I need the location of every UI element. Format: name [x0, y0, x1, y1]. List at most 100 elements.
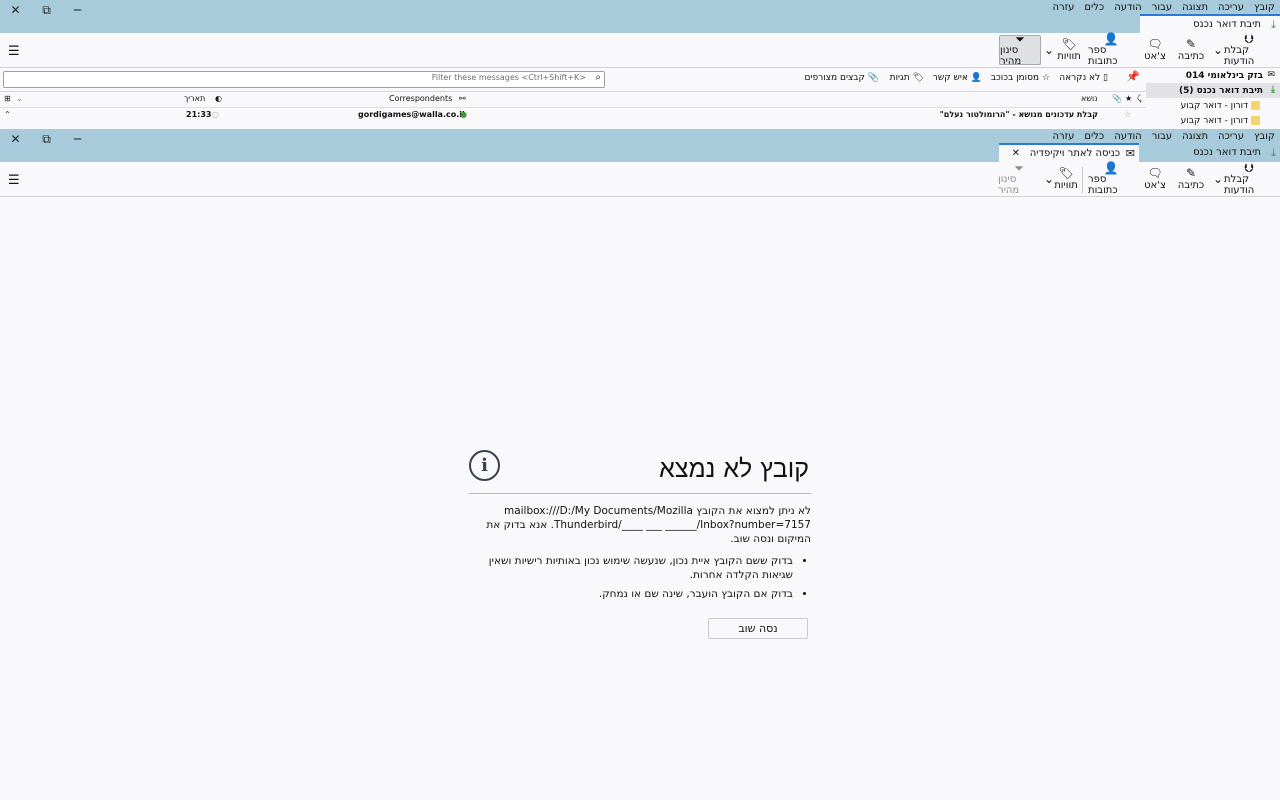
- download-icon: ⤓: [1271, 85, 1275, 95]
- folder-item[interactable]: דורון - דואר קבוע: [1146, 98, 1280, 113]
- error-title: קובץ לא נמצא: [659, 454, 809, 483]
- retry-button[interactable]: נסה שוב: [708, 618, 808, 639]
- search-icon: ⌕: [595, 72, 601, 83]
- close-icon[interactable]: ✕: [0, 0, 31, 20]
- tab-message[interactable]: ✉ כניסה לאתר ויקיפדיה בתור ✕: [999, 143, 1139, 162]
- download-icon: ⮋: [1244, 161, 1254, 175]
- thread-toggle-icon[interactable]: ⤹: [1137, 94, 1142, 104]
- menu-help[interactable]: עזרה: [1047, 130, 1079, 144]
- tag-icon: 🏷: [912, 73, 924, 83]
- menu-bar: קובץ עריכה תצוגה עבור הודעה כלים עזרה: [1047, 130, 1280, 144]
- download-icon: ⮋: [1244, 32, 1254, 46]
- scroll-up-icon[interactable]: ⌃: [4, 110, 11, 119]
- window-controls: ✕ ⧉ ─: [0, 129, 93, 149]
- column-picker-icon[interactable]: ⊞: [4, 94, 11, 103]
- column-date[interactable]: תאריך: [184, 94, 205, 103]
- filter-tags-button[interactable]: 🏷 תגיות: [890, 73, 924, 83]
- divider: [469, 493, 811, 494]
- tags-button[interactable]: 🏷 תוויות: [1054, 35, 1084, 65]
- chat-icon: 🗨: [1147, 166, 1163, 180]
- title-bar: ✕ ⧉ ─ קובץ עריכה תצוגה עבור הודעה כלים ע…: [0, 129, 1280, 162]
- get-messages-dropdown[interactable]: ⌄: [1212, 164, 1224, 194]
- tag-icon: 🏷: [1058, 166, 1074, 180]
- close-icon[interactable]: ✕: [0, 129, 31, 149]
- pencil-icon: ✎: [1185, 37, 1197, 51]
- column-correspondents[interactable]: Correspondents: [389, 94, 452, 103]
- column-subject[interactable]: נושא: [1081, 94, 1097, 103]
- menu-tools[interactable]: כלים: [1079, 1, 1109, 15]
- download-icon: ⤓: [1271, 18, 1276, 31]
- tab-inbox[interactable]: ⤓ תיבת דואר נכנס: [1140, 143, 1280, 162]
- message-list-header: ⊞ ⌄ תאריך ◐ Correspondents ⚯ נושא 📎 ★ ⤹: [0, 92, 1146, 108]
- filter-search-input[interactable]: ⌕ Filter these messages <Ctrl+Shift+K>: [3, 71, 605, 88]
- pencil-icon: ✎: [1185, 166, 1197, 180]
- address-book-button[interactable]: 👤 ספר כתובות: [1088, 32, 1134, 67]
- minimize-icon[interactable]: ─: [62, 129, 93, 149]
- folder-item[interactable]: דורון - דואר קבוע: [1146, 113, 1280, 128]
- tag-icon: 🏷: [1061, 37, 1077, 51]
- menu-icon[interactable]: ☰: [8, 173, 20, 188]
- pin-icon[interactable]: 📌: [1123, 70, 1143, 88]
- menu-edit[interactable]: עריכה: [1213, 130, 1249, 144]
- chat-button[interactable]: 🗨 צ'אט: [1140, 164, 1170, 194]
- address-book-button[interactable]: 👤 ספר כתובות: [1088, 162, 1134, 196]
- write-button[interactable]: ✎ כתיבה: [1174, 35, 1208, 65]
- menu-file[interactable]: קובץ: [1249, 1, 1280, 15]
- tab-label: כניסה לאתר ויקיפדיה בתור: [1028, 148, 1120, 159]
- minimize-icon[interactable]: ─: [62, 0, 93, 20]
- tab-inbox[interactable]: ⤓ תיבת דואר נכנס: [1140, 14, 1280, 33]
- tab-label: תיבת דואר נכנס: [1193, 19, 1261, 30]
- filter-contact-button[interactable]: 👤 איש קשר: [933, 73, 982, 83]
- menu-file[interactable]: קובץ: [1249, 130, 1280, 144]
- window-controls: ✕ ⧉ ─: [0, 0, 93, 20]
- error-tips: בדוק ששם הקובץ איית נכון, שנעשה שימוש נכ…: [469, 554, 811, 601]
- get-messages-dropdown[interactable]: ⌄: [1212, 35, 1224, 65]
- thread-column-icon[interactable]: ⚯: [459, 94, 466, 103]
- sort-icon[interactable]: ⌄: [16, 94, 23, 103]
- menu-tools[interactable]: כלים: [1079, 130, 1109, 144]
- quick-filter-button[interactable]: ⏷ סינון מהיר: [998, 161, 1040, 196]
- get-messages-button[interactable]: ⮋ קבלת הודעות: [1224, 161, 1274, 196]
- read-column-icon[interactable]: ◐: [215, 94, 222, 103]
- contacts-icon: 👤: [970, 73, 982, 83]
- menu-view[interactable]: תצוגה: [1177, 130, 1213, 144]
- menu-icon[interactable]: ☰: [8, 44, 20, 59]
- menu-view[interactable]: תצוגה: [1177, 1, 1213, 15]
- get-messages-button[interactable]: ⮋ קבלת הודעות: [1224, 32, 1274, 67]
- restore-icon[interactable]: ⧉: [31, 129, 62, 149]
- tags-button[interactable]: 🏷 תוויות: [1051, 164, 1081, 194]
- filter-starred-button[interactable]: ☆ מסומן בכוכב: [991, 73, 1050, 83]
- star-icon[interactable]: ★: [1125, 94, 1132, 103]
- paperclip-icon[interactable]: 📎: [1112, 94, 1122, 103]
- menu-message[interactable]: הודעה: [1109, 1, 1147, 15]
- tags-dropdown[interactable]: ⌄: [1044, 35, 1054, 65]
- chevron-down-icon: ⌄: [1043, 171, 1055, 186]
- chat-button[interactable]: 🗨 צ'אט: [1140, 35, 1170, 65]
- account-row[interactable]: ✉ בזק בינלאומי 014: [1146, 68, 1280, 83]
- quick-filter-button[interactable]: ⏷ סינון מהיר: [999, 33, 1041, 67]
- mail-window-front: ✕ ⧉ ─ קובץ עריכה תצוגה עבור הודעה כלים ע…: [0, 129, 1280, 800]
- tags-dropdown[interactable]: ⌄: [1044, 164, 1054, 194]
- title-bar: ✕ ⧉ ─ קובץ עריכה תצוגה עבור הודעה כלים ע…: [0, 0, 1280, 33]
- table-row[interactable]: ⌃ 21:33 ○ gordigames@walla.co.il ● קבלת …: [0, 108, 1146, 122]
- info-icon: i: [469, 450, 500, 481]
- menu-message[interactable]: הודעה: [1109, 130, 1147, 144]
- folder-inbox[interactable]: ⤓ תיבת דואר נכנס (5): [1146, 83, 1280, 98]
- quick-filter-bar: ⌕ Filter these messages <Ctrl+Shift+K> 📌…: [0, 68, 1146, 92]
- contacts-icon: 👤: [1103, 32, 1119, 46]
- menu-edit[interactable]: עריכה: [1213, 1, 1249, 15]
- read-status-icon: ○: [212, 110, 219, 119]
- menu-go[interactable]: עבור: [1147, 1, 1177, 15]
- close-tab-icon[interactable]: ✕: [1012, 148, 1020, 159]
- restore-icon[interactable]: ⧉: [31, 0, 62, 20]
- filter-unread-button[interactable]: ▯ לא נקראה: [1059, 73, 1108, 83]
- filter-attachment-button[interactable]: 📎 קבצים מצורפים: [805, 73, 879, 83]
- menu-help[interactable]: עזרה: [1047, 1, 1079, 15]
- filter-icon: ⏷: [1014, 161, 1024, 175]
- write-button[interactable]: ✎ כתיבה: [1174, 164, 1208, 194]
- star-icon[interactable]: ☆: [1124, 110, 1131, 119]
- chevron-down-icon: ⌄: [1043, 42, 1055, 57]
- message-subject: קבלת עדכונים מנושא - "הרומולטור נעלם": [939, 110, 1098, 119]
- menu-go[interactable]: עבור: [1147, 130, 1177, 144]
- chat-icon: 🗨: [1147, 37, 1163, 51]
